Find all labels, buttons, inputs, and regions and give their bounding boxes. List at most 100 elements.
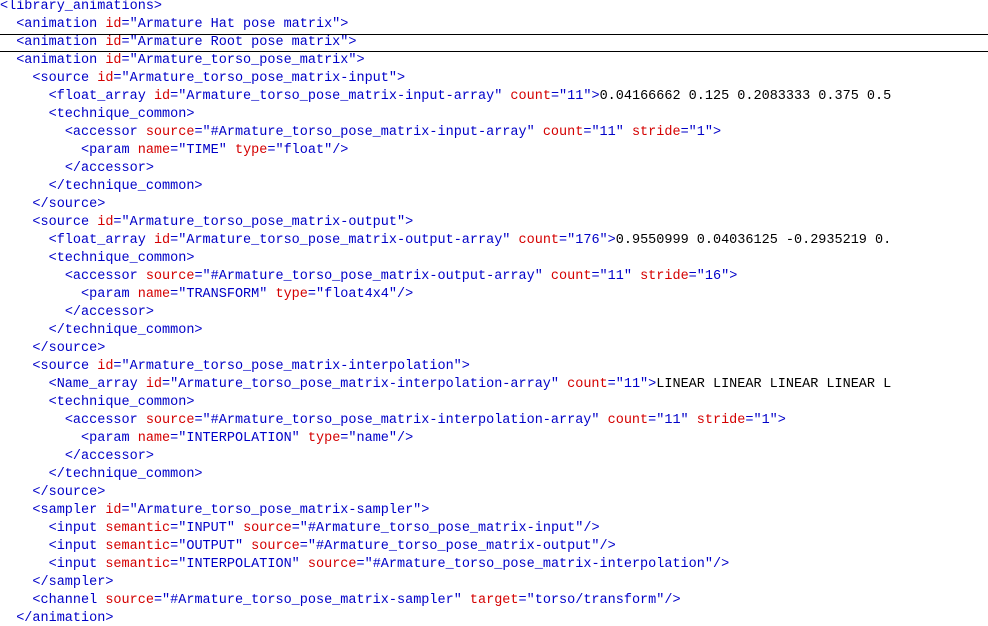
xml-tag-token: <technique_common> [48,251,195,266]
code-line[interactable]: <library_animations> [0,0,988,16]
code-line[interactable]: <param name="TRANSFORM" type="float4x4"/… [0,286,988,304]
xml-tag-token: /> [664,593,681,608]
code-line[interactable]: </accessor> [0,160,988,178]
xml-tag-token: </source> [32,341,106,356]
xml-attribute-name: id [97,215,114,230]
xml-tag-token: </technique_common> [48,179,203,194]
code-line[interactable]: </source> [0,196,988,214]
xml-attribute-name: stride [696,413,746,428]
current-code-line[interactable]: <animation id="Armature Root pose matrix… [0,34,988,52]
xml-tag-token: = [559,233,568,248]
xml-tag-token: </animation> [16,611,114,626]
xml-attribute-value: "INTERPOLATION" [178,431,300,446]
xml-tag-token: = [194,125,203,140]
xml-attribute-value: "1" [753,413,778,428]
code-line[interactable]: <source id="Armature_torso_pose_matrix-i… [0,358,988,376]
xml-tag-token: </accessor> [64,305,154,320]
xml-attribute-value: "#Armature_torso_pose_matrix-sampler" [162,593,462,608]
code-line[interactable]: </technique_common> [0,466,988,484]
xml-attribute-name: name [137,287,171,302]
xml-tag-token: <channel [32,593,106,608]
code-line[interactable]: <input semantic="INTERPOLATION" source="… [0,556,988,574]
xml-tag-token: /> [599,539,616,554]
xml-tag-token: </source> [32,197,106,212]
code-line[interactable]: <input semantic="OUTPUT" source="#Armatu… [0,538,988,556]
xml-attribute-name: id [105,53,122,68]
xml-tag-token: /> [397,431,414,446]
xml-tag-token: > [777,413,786,428]
xml-tag-token: </accessor> [64,161,154,176]
code-line[interactable]: <source id="Armature_torso_pose_matrix-o… [0,214,988,232]
code-line[interactable]: <technique_common> [0,106,988,124]
xml-tag-token [462,593,470,608]
code-line[interactable]: <input semantic="INPUT" source="#Armatur… [0,520,988,538]
code-line[interactable]: <float_array id = "Armature_torso_pose_mat… [0,88,988,106]
xml-tag-token: <animation [16,53,106,68]
code-line[interactable]: <sampler id="Armature_torso_pose_matrix-… [0,502,988,520]
xml-attribute-name: type [275,287,308,302]
xml-tag-token: </accessor> [64,449,154,464]
code-line[interactable]: <param name="TIME" type="float"/> [0,142,988,160]
xml-tag-token [243,539,251,554]
xml-tag-token: = [299,539,308,554]
code-line[interactable]: <technique_common> [0,250,988,268]
xml-tag-token: /> [332,143,349,158]
xml-attribute-value: "Armature_torso_pose_matrix" [129,53,357,68]
code-line[interactable]: </accessor> [0,304,988,322]
code-line[interactable]: </accessor> [0,448,988,466]
code-line[interactable]: </source> [0,484,988,502]
xml-tag-token: = [688,269,697,284]
xml-tag-token: = [113,71,122,86]
xml-code-editor[interactable]: <library_animations> <animation id="Arma… [0,0,988,626]
code-line[interactable]: <param name="INTERPOLATION" type="name"/… [0,430,988,448]
xml-tag-token: = [680,125,689,140]
xml-attribute-value: "#Armature_torso_pose_matrix-input-array… [202,125,535,140]
code-line[interactable]: <accessor source="#Armature_torso_pose_m… [0,268,988,286]
xml-attribute-value: "176" [567,233,608,248]
xml-tag-token: <source [32,215,98,230]
code-line[interactable]: </sampler> [0,574,988,592]
code-line[interactable]: <animation id="Armature_torso_pose_matri… [0,52,988,70]
code-line[interactable]: </technique_common> [0,322,988,340]
code-line[interactable]: <technique_common> [0,394,988,412]
xml-attribute-name: source [145,125,195,140]
code-line[interactable]: </animation> [0,610,988,626]
xml-tag-token: = [591,269,600,284]
code-line[interactable]: </technique_common> [0,178,988,196]
code-line[interactable]: <Name_array id="Armature_torso_pose_matr… [0,376,988,394]
xml-tag-token: <technique_common> [48,395,195,410]
code-line[interactable]: <channel source="#Armature_torso_pose_ma… [0,592,988,610]
xml-tag-token: <param [81,287,138,302]
xml-attribute-value: "#Armature_torso_pose_matrix-interpolati… [364,557,713,572]
xml-tag-token: <accessor [64,269,146,284]
code-line[interactable]: <float_array id = "Armature_torso_pose_mat… [0,232,988,250]
xml-tag-token: = [121,17,130,32]
xml-attribute-name: count [542,125,584,140]
code-line[interactable]: <accessor source="#Armature_torso_pose_m… [0,412,988,430]
xml-attribute-value: "#Armature_torso_pose_matrix-output" [307,539,600,554]
xml-tag-token: /> [712,557,730,572]
xml-tag-token [227,143,235,158]
xml-tag-token: = [550,89,560,104]
code-line[interactable]: <animation id="Armature Hat pose matrix"… [0,16,988,34]
xml-tag-token: = [121,35,130,50]
code-line[interactable]: <accessor source="#Armature_torso_pose_m… [0,124,988,142]
xml-attribute-value: "OUTPUT" [178,539,244,554]
code-line[interactable]: <source id="Armature_torso_pose_matrix-i… [0,70,988,88]
xml-attribute-name: source [243,521,292,536]
xml-attribute-name: count [550,269,592,284]
code-line[interactable]: </source> [0,340,988,358]
xml-tag-token: > [591,89,600,104]
xml-tag-token: /> [583,521,600,536]
xml-attribute-value: "Armature Hat pose matrix" [129,17,341,32]
xml-tag-token: = [607,377,616,392]
